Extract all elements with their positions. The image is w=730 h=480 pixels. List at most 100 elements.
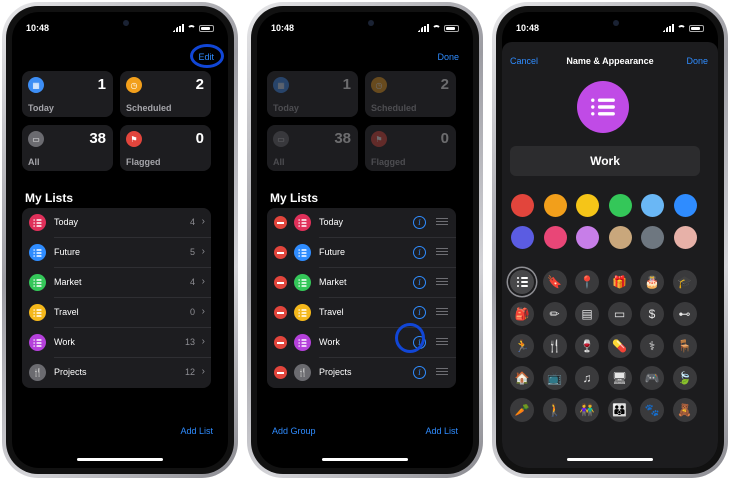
document-icon[interactable]: ▤ (575, 302, 599, 326)
reorder-handle-icon[interactable] (436, 308, 448, 315)
chair-icon[interactable]: 🪑 (672, 334, 697, 358)
reorder-handle-icon[interactable] (436, 368, 448, 375)
color-swatch[interactable] (608, 226, 632, 249)
smart-list-card-scheduled[interactable]: ◷ 2 Scheduled (365, 71, 456, 117)
add-group-button[interactable]: Add Group (272, 426, 316, 436)
list-bullet-icon (298, 278, 307, 287)
person-icon[interactable]: 🚶 (542, 398, 567, 422)
list-row[interactable]: Today 4 › (22, 208, 211, 238)
color-swatch[interactable] (608, 194, 632, 217)
color-swatch[interactable] (673, 226, 697, 249)
bookmark-icon[interactable]: 🔖 (542, 270, 567, 294)
list-row-editing[interactable]: 🍴 Projects i (267, 358, 456, 388)
info-icon[interactable]: i (413, 216, 426, 229)
smart-list-card-all[interactable]: ▭ 38 All (22, 125, 113, 171)
delete-minus-icon[interactable] (274, 276, 287, 289)
house-icon[interactable]: 🏠 (510, 366, 534, 390)
credit-card-icon[interactable]: ▭ (607, 302, 632, 326)
list-row-editing[interactable]: Today i (267, 208, 456, 238)
info-icon[interactable]: i (413, 366, 426, 379)
delete-minus-icon[interactable] (274, 336, 287, 349)
smart-list-card-today[interactable]: ▦ 1 Today (22, 71, 113, 117)
reorder-handle-icon[interactable] (436, 248, 448, 255)
info-icon[interactable]: i (413, 276, 426, 289)
smart-list-card-all[interactable]: ▭ 38 All (267, 125, 358, 171)
home-indicator[interactable] (567, 458, 653, 461)
list-row[interactable]: Work 13 › (22, 328, 211, 358)
status-time: 10:48 (516, 23, 540, 33)
list-row-editing[interactable]: Market i (267, 268, 456, 298)
home-indicator[interactable] (322, 458, 408, 461)
smart-list-label: All (28, 157, 40, 167)
color-swatch[interactable] (511, 226, 534, 249)
list-row[interactable]: Travel 0 › (22, 298, 211, 328)
delete-minus-icon[interactable] (274, 216, 287, 229)
running-icon[interactable]: 🏃 (510, 334, 534, 358)
gamecontroller-icon[interactable]: 🎮 (640, 366, 664, 390)
done-button[interactable]: Done (437, 52, 459, 62)
list-row-editing[interactable]: Future i (267, 238, 456, 268)
smart-list-card-scheduled[interactable]: ◷ 2 Scheduled (120, 71, 211, 117)
list-bullet-icon (294, 304, 311, 321)
reorder-handle-icon[interactable] (436, 218, 448, 225)
color-swatch[interactable] (511, 194, 534, 217)
delete-minus-icon[interactable] (274, 246, 287, 259)
stethoscope-icon[interactable]: ⚕ (640, 334, 664, 358)
wifi-icon (432, 24, 441, 32)
color-swatch[interactable] (543, 226, 567, 249)
list-row[interactable]: Market 4 › (22, 268, 211, 298)
backpack-icon[interactable]: 🎒 (510, 302, 534, 326)
delete-minus-icon[interactable] (274, 366, 287, 379)
color-swatch[interactable] (543, 194, 567, 217)
computer-icon[interactable]: 🖥 (607, 366, 632, 390)
flag-icon: ⚑ (126, 131, 142, 147)
smart-list-card-today[interactable]: ▦ 1 Today (267, 71, 358, 117)
smart-list-card-flagged[interactable]: ⚑ 0 Flagged (365, 125, 456, 171)
graduation-cap-icon[interactable]: 🎓 (672, 270, 697, 294)
pin-icon[interactable]: 📍 (575, 270, 599, 294)
two-people-icon[interactable]: 👫 (575, 398, 599, 422)
money-icon[interactable]: $ (640, 302, 664, 326)
list-name-field[interactable]: Work (510, 146, 700, 176)
smart-list-card-flagged[interactable]: ⚑ 0 Flagged (120, 125, 211, 171)
my-lists-title: My Lists (270, 191, 319, 205)
add-list-button[interactable]: Add List (180, 426, 213, 436)
list-bullet-icon (294, 214, 311, 231)
paw-icon[interactable]: 🐾 (640, 398, 664, 422)
done-button[interactable]: Done (686, 56, 708, 66)
dumbbell-icon[interactable]: ⊷ (672, 302, 697, 326)
list-bullet-icon (298, 308, 307, 317)
list-row[interactable]: Future 5 › (22, 238, 211, 268)
fork-knife-icon[interactable]: 🍴 (542, 334, 567, 358)
music-note-icon[interactable]: ♫ (575, 366, 599, 390)
teddy-bear-icon[interactable]: 🧸 (672, 398, 697, 422)
reorder-handle-icon[interactable] (436, 278, 448, 285)
info-icon[interactable]: i (413, 306, 426, 319)
list-row[interactable]: 🍴 Projects 12 › (22, 358, 211, 388)
carrot-icon[interactable]: 🥕 (510, 398, 534, 422)
ruler-pencil-icon[interactable]: ✏ (542, 302, 567, 326)
delete-minus-icon[interactable] (274, 306, 287, 319)
color-swatch[interactable] (641, 194, 664, 217)
info-icon[interactable]: i (413, 246, 426, 259)
add-list-button[interactable]: Add List (425, 426, 458, 436)
color-swatch[interactable] (641, 226, 664, 249)
tv-icon[interactable]: 📺 (542, 366, 567, 390)
list-row-editing[interactable]: Travel i (267, 298, 456, 328)
wine-glass-icon[interactable]: 🍷 (575, 334, 599, 358)
gift-icon[interactable]: 🎁 (607, 270, 632, 294)
list-bullet-icon[interactable] (510, 270, 534, 294)
color-swatch[interactable] (576, 226, 599, 249)
leaf-icon[interactable]: 🍃 (672, 366, 697, 390)
reorder-handle-icon[interactable] (436, 338, 448, 345)
family-icon[interactable]: 👪 (607, 398, 632, 422)
calendar-icon: ▦ (273, 77, 289, 93)
color-swatch[interactable] (673, 194, 697, 217)
smart-lists-grid: ▦ 1 Today ◷ 2 Scheduled ▭ 38 All ⚑ 0 Flagged (267, 71, 456, 181)
pills-icon[interactable]: 💊 (607, 334, 632, 358)
list-bullet-icon (29, 244, 46, 261)
list-row-editing[interactable]: Work i (267, 328, 456, 358)
cake-icon[interactable]: 🎂 (640, 270, 664, 294)
home-indicator[interactable] (77, 458, 163, 461)
color-swatch[interactable] (576, 194, 599, 217)
